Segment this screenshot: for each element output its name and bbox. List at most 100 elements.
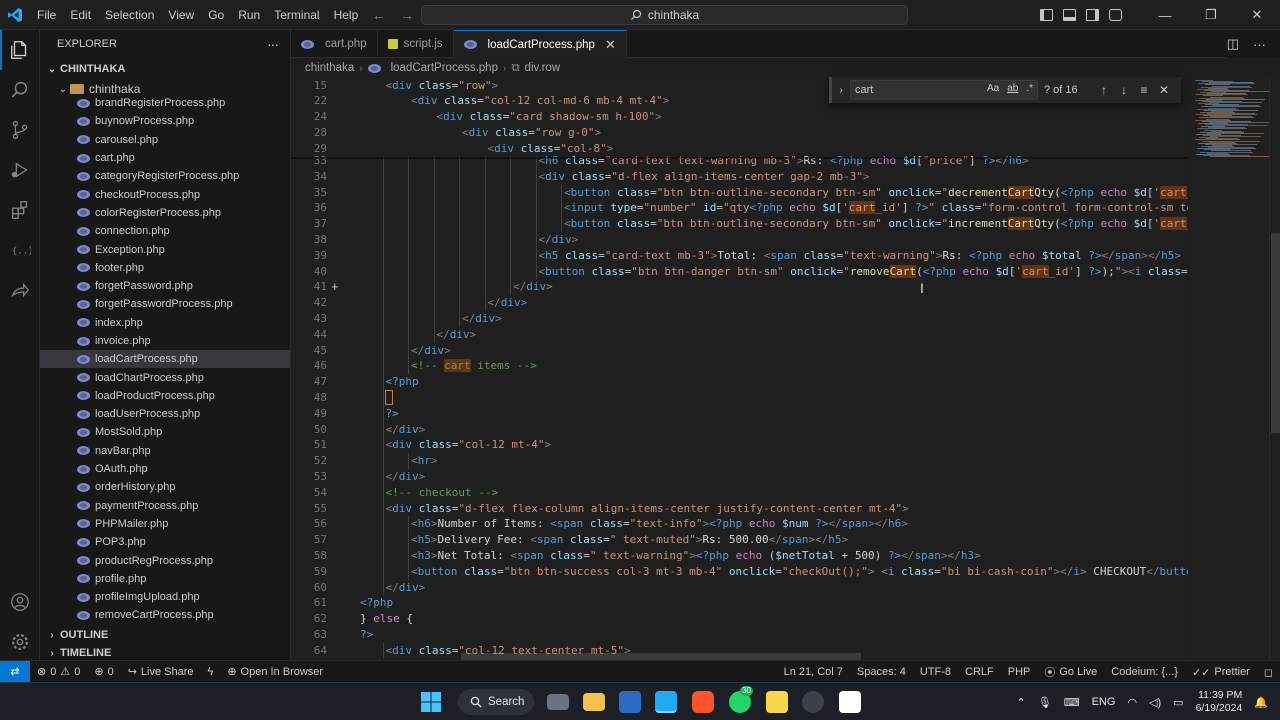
taskbar-search[interactable]: Search	[458, 689, 534, 715]
clock[interactable]: 11:39 PM 6/19/2024	[1196, 689, 1243, 715]
prettier-button[interactable]: ✓✓ Prettier	[1185, 666, 1257, 679]
end-of-line[interactable]: CRLF	[958, 666, 1001, 678]
close-window-button[interactable]: ✕	[1234, 0, 1280, 30]
more-actions-icon[interactable]: ···	[1253, 37, 1266, 52]
code-line[interactable]: 58 <h3>Net Total: <span class=" text-warn…	[291, 548, 1188, 564]
code-line[interactable]: 41 </div>	[291, 279, 1188, 295]
cursor-position[interactable]: Ln 21, Col 7	[777, 666, 850, 678]
file-item[interactable]: paymentProcess.php	[40, 497, 290, 515]
more-actions-icon[interactable]: ···	[267, 36, 279, 52]
code-line[interactable]: 62} else {	[291, 611, 1188, 627]
code-line[interactable]: 35 <button class="btn btn-outline-seconda…	[291, 185, 1188, 201]
file-item[interactable]: navBar.php	[40, 442, 290, 460]
file-item[interactable]: forgetPassword.php	[40, 277, 290, 295]
file-item[interactable]: MostSold.php	[40, 423, 290, 441]
breadcrumb-symbol[interactable]: div.row	[525, 62, 561, 74]
code-line[interactable]: 52 <hr>	[291, 453, 1188, 469]
command-center[interactable]: chinthaka	[421, 5, 908, 25]
file-item[interactable]: footer.php	[40, 259, 290, 277]
code-line[interactable]: 48	[291, 390, 1188, 406]
file-item[interactable]: removeCartProcess.php	[40, 606, 290, 624]
file-item[interactable]: POP3.php	[40, 533, 290, 551]
code-line[interactable]: 37 <button class="btn btn-outline-seconda…	[291, 216, 1188, 232]
file-item[interactable]: profile.php	[40, 570, 290, 588]
find-in-selection-icon[interactable]: ≡	[1134, 83, 1154, 97]
file-item[interactable]: loadCartProcess.php	[40, 350, 290, 369]
file-item[interactable]: carousel.php	[40, 131, 290, 149]
code-line[interactable]: 42 </div>	[291, 295, 1188, 311]
settings-gear-icon[interactable]	[0, 622, 40, 662]
file-item[interactable]: brandRegisterProcess.php	[40, 94, 290, 112]
file-item[interactable]: buynowProcess.php	[40, 112, 290, 130]
file-item[interactable]: invoice.php	[40, 332, 290, 350]
file-item[interactable]: profileImgUpload.php	[40, 588, 290, 606]
match-case-toggle[interactable]: Aa	[987, 83, 999, 94]
open-in-browser-button[interactable]: ⊕ Open In Browser	[220, 665, 330, 679]
file-item[interactable]: cart.php	[40, 149, 290, 167]
menu-file[interactable]: File	[30, 0, 63, 30]
chevron-up-icon[interactable]: ⌃	[1017, 696, 1026, 709]
code-line[interactable]: 61 <?php	[291, 595, 1188, 611]
file-item[interactable]: colorRegisterProcess.php	[40, 204, 290, 222]
code-line[interactable]: 57 <h5>Delivery Fee: <span class=" text-m…	[291, 532, 1188, 548]
account-icon[interactable]	[0, 582, 40, 622]
file-item[interactable]: PHPMailer.php	[40, 515, 290, 533]
search-icon[interactable]	[0, 70, 40, 110]
json-tools-icon[interactable]: {..}	[0, 230, 40, 270]
file-item[interactable]: productRegProcess.php	[40, 551, 290, 569]
menu-terminal[interactable]: Terminal	[267, 0, 326, 30]
file-item[interactable]: loadProductProcess.php	[40, 387, 290, 405]
extensions-icon[interactable]	[0, 190, 40, 230]
explorer-icon[interactable]	[0, 30, 40, 70]
minimize-button[interactable]: —	[1142, 0, 1188, 30]
code-line[interactable]: 49 ?>	[291, 406, 1188, 422]
code-line[interactable]: 44 </div>	[291, 327, 1188, 343]
file-item[interactable]: Exception.php	[40, 240, 290, 258]
code-line[interactable]: 38 </div>	[291, 232, 1188, 248]
breadcrumb-file[interactable]: loadCartProcess.php	[391, 62, 498, 74]
indentation[interactable]: Spaces: 4	[850, 666, 913, 678]
split-editor-icon[interactable]: ◫	[1227, 36, 1239, 52]
menu-selection[interactable]: Selection	[98, 0, 161, 30]
tab-script-js[interactable]: script.js	[378, 30, 454, 58]
match-word-toggle[interactable]: ab	[1007, 83, 1018, 94]
code-editor[interactable]: + I 33 <h6 class="card-text text-warning …	[291, 78, 1188, 660]
tab-loadcartprocess-php[interactable]: loadCartProcess.php ✕	[453, 30, 627, 58]
vertical-scrollbar[interactable]	[1269, 78, 1280, 660]
file-item[interactable]: checkoutProcess.php	[40, 185, 290, 203]
source-control-icon[interactable]	[0, 110, 40, 150]
code-line[interactable]: 59 <button class="btn btn-success col-3 m…	[291, 564, 1188, 580]
close-icon[interactable]: ✕	[1154, 83, 1174, 97]
notifications-icon[interactable]: ◻	[1257, 666, 1280, 679]
code-line[interactable]: 64 <div class="col-12 text-center mt-5">	[291, 643, 1188, 659]
code-line[interactable]: 40 <button class="btn btn-danger btn-sm" …	[291, 264, 1188, 280]
lightning-icon[interactable]: ϟ	[201, 666, 221, 678]
find-input[interactable]: cart Aa ab .*	[850, 80, 1038, 100]
menu-run[interactable]: Run	[231, 0, 267, 30]
customize-layout-icon[interactable]	[1109, 9, 1122, 21]
sticky-scroll-line[interactable]: 28 <div class="row g-0">	[291, 124, 1188, 141]
code-line[interactable]: 60 </div>	[291, 580, 1188, 596]
toggle-panel-icon[interactable]	[1063, 9, 1076, 21]
remote-indicator-icon[interactable]: ⇄	[0, 660, 30, 683]
file-item[interactable]: loadChartProcess.php	[40, 368, 290, 386]
file-item[interactable]: categoryRegisterProcess.php	[40, 167, 290, 185]
task-view-icon[interactable]	[547, 694, 569, 710]
code-line[interactable]: 63 ?>	[291, 627, 1188, 643]
breadcrumb-folder[interactable]: chinthaka	[305, 62, 354, 74]
notifications-bell-icon[interactable]: 🔔	[1254, 696, 1268, 709]
outline-section[interactable]: › OUTLINE	[40, 626, 290, 644]
toggle-primary-sidebar-icon[interactable]	[1040, 9, 1053, 21]
code-line[interactable]: 51 <div class="col-12 mt-4">	[291, 437, 1188, 453]
codeium-status[interactable]: Codeium: {...}	[1104, 666, 1185, 678]
tab-cart-php[interactable]: cart.php	[291, 30, 378, 58]
regex-toggle[interactable]: .*	[1026, 83, 1033, 94]
vscode-taskbar-icon[interactable]	[655, 691, 677, 713]
menu-view[interactable]: View	[161, 0, 201, 30]
sticky-scroll-line[interactable]: 24 <div class="card shadow-sm h-100">	[291, 109, 1188, 125]
code-line[interactable]: 55 <div class="d-flex flex-column align-i…	[291, 501, 1188, 517]
microphone-icon[interactable]: 🎙	[1038, 696, 1052, 709]
code-line[interactable]: 43 </div>	[291, 311, 1188, 327]
file-item[interactable]: orderHistory.php	[40, 478, 290, 496]
code-line[interactable]: 34 <div class="d-flex align-items-center …	[291, 169, 1188, 185]
